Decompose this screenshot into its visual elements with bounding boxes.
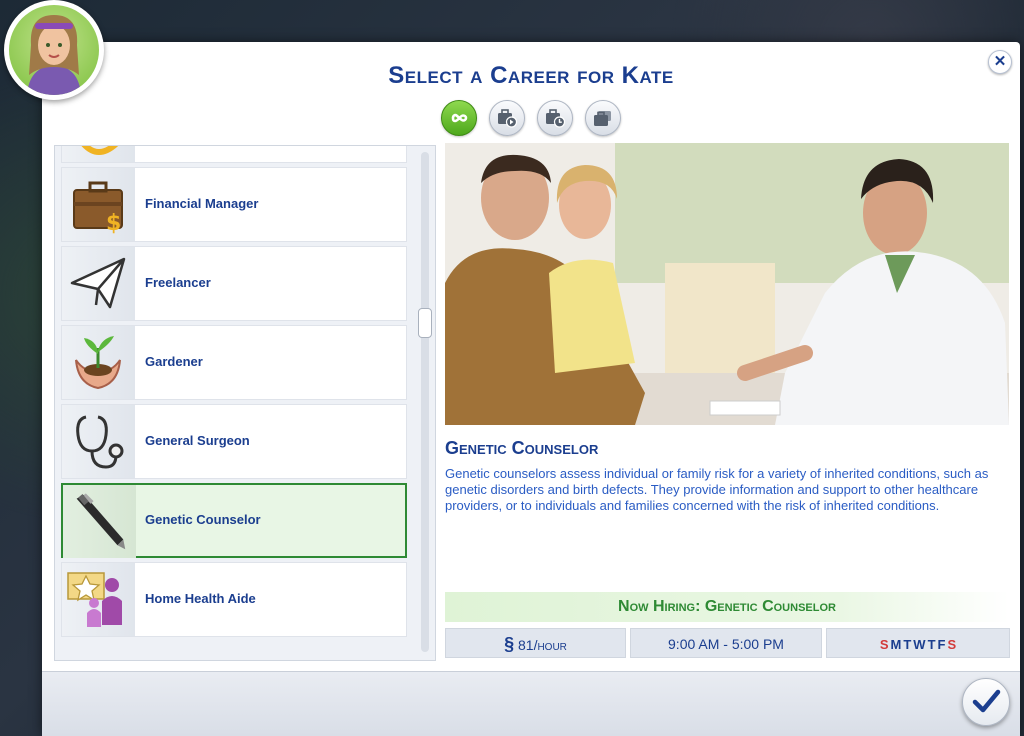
career-item-label: Financial Manager xyxy=(145,196,259,211)
career-item-home-health-aide[interactable]: Home Health Aide xyxy=(61,562,407,637)
career-item-genetic-counselor[interactable]: Genetic Counselor xyxy=(61,483,407,558)
checkmark-icon xyxy=(972,689,1001,713)
work-hours: 9:00 AM - 5:00 PM xyxy=(630,628,822,658)
career-item-gardener[interactable]: Gardener xyxy=(61,325,407,400)
day-saturday: S xyxy=(947,637,957,652)
briefcase-stack-icon xyxy=(594,111,611,126)
career-photo xyxy=(445,143,1009,425)
career-item-general-surgeon[interactable]: General Surgeon xyxy=(61,404,407,479)
career-list[interactable]: $ Financial Manager Freelancer Gardener xyxy=(54,145,436,661)
career-item[interactable] xyxy=(61,146,407,163)
career-item-label: Genetic Counselor xyxy=(145,512,261,527)
sim-portrait-icon xyxy=(27,15,81,95)
tab-all-careers[interactable] xyxy=(441,100,477,136)
career-item-label: Home Health Aide xyxy=(145,591,256,606)
pay-rate: § 81/hour xyxy=(445,628,626,658)
tab-full-time[interactable] xyxy=(489,100,525,136)
career-detail-title: Genetic Counselor xyxy=(445,438,599,458)
career-filter-tabs xyxy=(42,100,1020,136)
career-item-label: Gardener xyxy=(145,354,203,369)
sim-avatar[interactable] xyxy=(4,0,104,100)
pay-amount: 81 xyxy=(517,637,534,653)
career-item-label: General Surgeon xyxy=(145,433,250,448)
day-monday: M xyxy=(890,637,902,652)
career-item-freelancer[interactable]: Freelancer xyxy=(61,246,407,321)
svg-text:$: $ xyxy=(106,211,121,236)
career-list-scrollbar[interactable] xyxy=(418,152,432,652)
infinity-icon xyxy=(451,113,468,123)
simoleon-icon: § xyxy=(504,634,515,654)
day-thursday: T xyxy=(927,637,936,652)
career-detail-description: Genetic counselors assess individual or … xyxy=(445,466,989,513)
pay-unit: /hour xyxy=(533,637,567,653)
pen-icon xyxy=(63,485,136,558)
briefcase-clock-icon xyxy=(546,109,566,128)
day-friday: F xyxy=(937,637,946,652)
paper-plane-icon xyxy=(62,247,135,320)
career-dialog: Select a Career for Kate ✕ $ Financial M… xyxy=(42,42,1020,736)
stethoscope-icon xyxy=(62,405,135,478)
tab-part-time[interactable] xyxy=(537,100,573,136)
partial-icon xyxy=(62,146,135,162)
briefcase-play-icon xyxy=(498,109,518,128)
career-item-label: Freelancer xyxy=(145,275,211,290)
scrollbar-thumb[interactable] xyxy=(418,308,432,338)
star-people-icon xyxy=(62,563,135,636)
confirm-button[interactable] xyxy=(962,678,1010,726)
now-hiring-banner: Now Hiring: Genetic Counselor xyxy=(445,592,1009,622)
day-wednesday: W xyxy=(913,637,926,652)
work-days: SMTWTFS xyxy=(826,628,1010,658)
day-sunday: S xyxy=(879,637,889,652)
dialog-footer xyxy=(42,671,1020,736)
dialog-title: Select a Career for Kate xyxy=(388,62,674,89)
tab-freelance[interactable] xyxy=(585,100,621,136)
plant-hands-icon xyxy=(62,326,135,399)
day-tuesday: T xyxy=(903,637,912,652)
career-item-financial-manager[interactable]: $ Financial Manager xyxy=(61,167,407,242)
close-button[interactable]: ✕ xyxy=(988,50,1012,74)
briefcase-money-icon: $ xyxy=(62,168,135,241)
